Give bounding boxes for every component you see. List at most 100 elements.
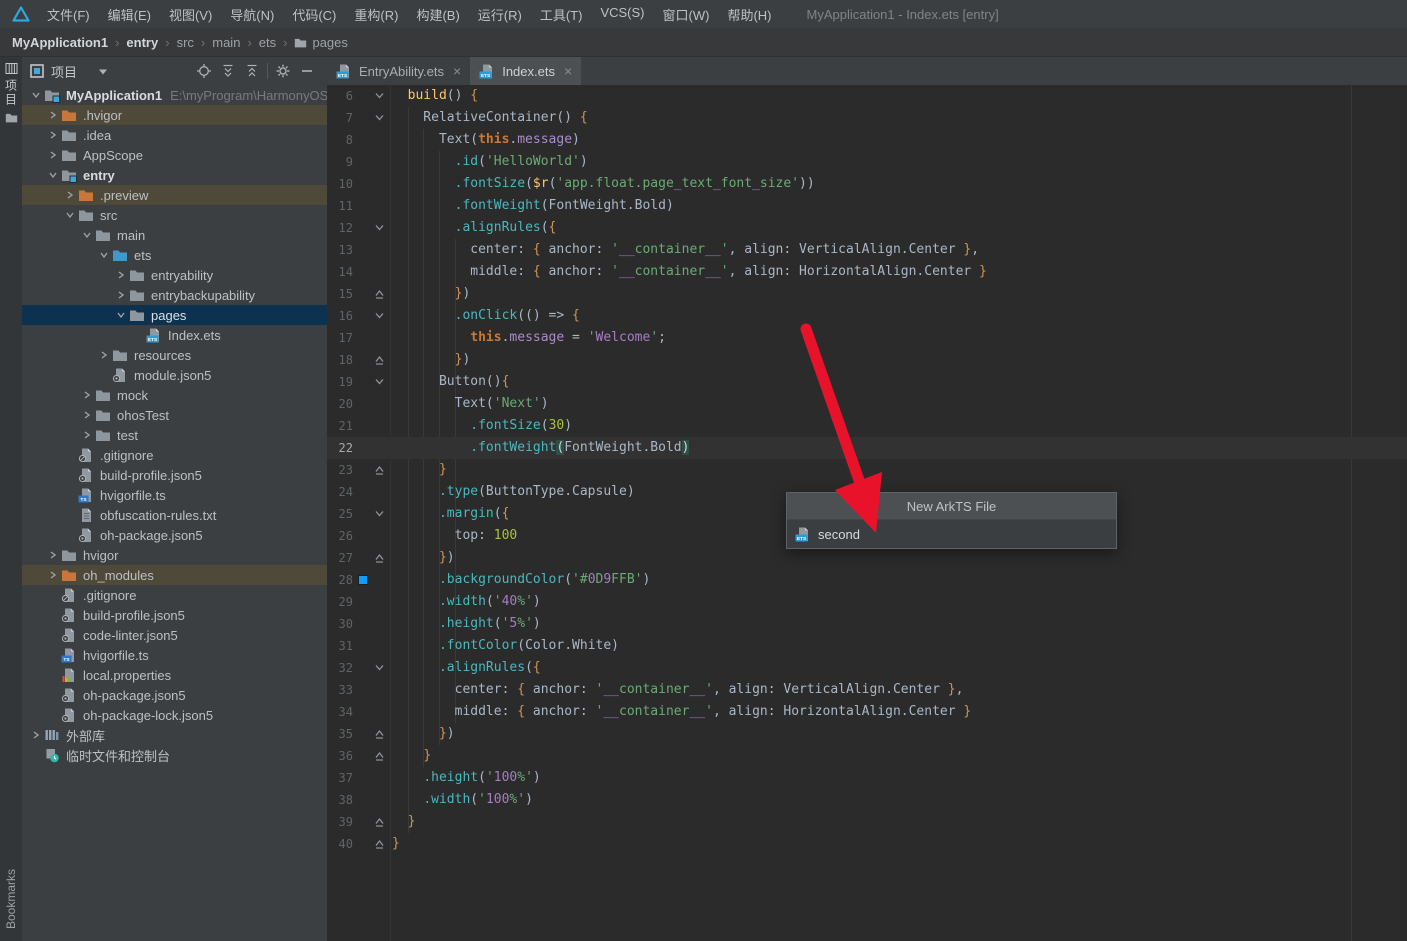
code-line[interactable]: 13 center: { anchor: '__container__', al… bbox=[327, 239, 1407, 261]
chevron-icon[interactable] bbox=[62, 187, 78, 203]
tree-row[interactable]: oh-package.json5 bbox=[22, 525, 327, 545]
tree-row[interactable]: main bbox=[22, 225, 327, 245]
breadcrumb-item[interactable]: ets bbox=[259, 35, 276, 50]
code-line[interactable]: 29 .width('40%') bbox=[327, 591, 1407, 613]
tree-row[interactable]: .idea bbox=[22, 125, 327, 145]
tree-row[interactable]: oh_modules bbox=[22, 565, 327, 585]
chevron-icon[interactable] bbox=[113, 287, 129, 303]
tree-row[interactable]: oh-package-lock.json5 bbox=[22, 705, 327, 725]
fold-end-icon[interactable] bbox=[374, 552, 385, 564]
tree-row[interactable]: src bbox=[22, 205, 327, 225]
tree-row[interactable]: .preview bbox=[22, 185, 327, 205]
chevron-icon[interactable] bbox=[45, 127, 61, 143]
expand-all-icon[interactable] bbox=[216, 61, 240, 81]
code-line[interactable]: 10 .fontSize($r('app.float.page_text_fon… bbox=[327, 173, 1407, 195]
code-line[interactable]: 22 .fontWeight(FontWeight.Bold) bbox=[327, 437, 1407, 459]
menu-item[interactable]: 代码(C) bbox=[283, 5, 345, 24]
menu-item[interactable]: 运行(R) bbox=[469, 5, 531, 24]
color-preview[interactable] bbox=[358, 575, 368, 585]
code-line[interactable]: 33 center: { anchor: '__container__', al… bbox=[327, 679, 1407, 701]
hide-icon[interactable] bbox=[295, 61, 319, 81]
chevron-icon[interactable] bbox=[28, 727, 44, 743]
fold-end-icon[interactable] bbox=[374, 728, 385, 740]
tree-row[interactable]: ETS Index.ets bbox=[22, 325, 327, 345]
menu-item[interactable]: 构建(B) bbox=[407, 5, 468, 24]
code-line[interactable]: 19 Button(){ bbox=[327, 371, 1407, 393]
fold-end-icon[interactable] bbox=[374, 288, 385, 300]
tab-index-ets[interactable]: ETS Index.ets × bbox=[470, 57, 582, 85]
tree-row[interactable]: entry bbox=[22, 165, 327, 185]
tree-row[interactable]: mock bbox=[22, 385, 327, 405]
menu-item[interactable]: VCS(S) bbox=[591, 5, 653, 24]
chevron-icon[interactable] bbox=[79, 387, 95, 403]
chevron-icon[interactable] bbox=[96, 247, 112, 263]
breadcrumb-item[interactable]: main bbox=[212, 35, 240, 50]
code-line[interactable]: 7 RelativeContainer() { bbox=[327, 107, 1407, 129]
code-line[interactable]: 18 }) bbox=[327, 349, 1407, 371]
tree-row[interactable]: build-profile.json5 bbox=[22, 465, 327, 485]
code-line[interactable]: 38 .width('100%') bbox=[327, 789, 1407, 811]
tree-row[interactable]: test bbox=[22, 425, 327, 445]
code-line[interactable]: 9 .id('HelloWorld') bbox=[327, 151, 1407, 173]
tree-row[interactable]: module.json5 bbox=[22, 365, 327, 385]
collapse-all-icon[interactable] bbox=[240, 61, 264, 81]
tree-row[interactable]: build-profile.json5 bbox=[22, 605, 327, 625]
code-line[interactable]: 35 }) bbox=[327, 723, 1407, 745]
chevron-icon[interactable] bbox=[113, 267, 129, 283]
breadcrumb-item[interactable]: entry bbox=[126, 35, 158, 50]
tree-row[interactable]: entryability bbox=[22, 265, 327, 285]
chevron-icon[interactable] bbox=[79, 427, 95, 443]
fold-collapse-icon[interactable] bbox=[374, 310, 385, 322]
tree-row[interactable]: AppScope bbox=[22, 145, 327, 165]
code-line[interactable]: 20 Text('Next') bbox=[327, 393, 1407, 415]
fold-collapse-icon[interactable] bbox=[374, 222, 385, 234]
breadcrumb-item[interactable]: MyApplication1 bbox=[12, 35, 108, 50]
fold-collapse-icon[interactable] bbox=[374, 376, 385, 388]
code-line[interactable]: 32 .alignRules({ bbox=[327, 657, 1407, 679]
code-line[interactable]: 28 .backgroundColor('#0D9FFB') bbox=[327, 569, 1407, 591]
code-line[interactable]: 31 .fontColor(Color.White) bbox=[327, 635, 1407, 657]
tree-row[interactable]: MyApplication1 E:\myProgram\HarmonyOS bbox=[22, 85, 327, 105]
breadcrumb-item[interactable]: src bbox=[177, 35, 194, 50]
chevron-icon[interactable] bbox=[45, 147, 61, 163]
fold-collapse-icon[interactable] bbox=[374, 112, 385, 124]
chevron-icon[interactable] bbox=[28, 87, 44, 103]
code-line[interactable]: 39 } bbox=[327, 811, 1407, 833]
fold-collapse-icon[interactable] bbox=[374, 662, 385, 674]
menu-item[interactable]: 窗口(W) bbox=[654, 5, 719, 24]
tree-row[interactable]: entrybackupability bbox=[22, 285, 327, 305]
chevron-icon[interactable] bbox=[45, 567, 61, 583]
code-line[interactable]: 36 } bbox=[327, 745, 1407, 767]
tree-row[interactable]: pages bbox=[22, 305, 327, 325]
tree-row[interactable]: ohosTest bbox=[22, 405, 327, 425]
code-line[interactable]: 17 this.message = 'Welcome'; bbox=[327, 327, 1407, 349]
fold-collapse-icon[interactable] bbox=[374, 90, 385, 102]
fold-end-icon[interactable] bbox=[374, 750, 385, 762]
fold-end-icon[interactable] bbox=[374, 816, 385, 828]
menu-item[interactable]: 工具(T) bbox=[531, 5, 592, 24]
tree-row[interactable]: 临时文件和控制台 bbox=[22, 745, 327, 765]
tree-row[interactable]: .hvigor bbox=[22, 105, 327, 125]
chevron-icon[interactable] bbox=[45, 547, 61, 563]
code-line[interactable]: 40} bbox=[327, 833, 1407, 855]
chevron-icon[interactable] bbox=[45, 167, 61, 183]
menu-item[interactable]: 导航(N) bbox=[221, 5, 283, 24]
breadcrumb-item[interactable]: pages bbox=[294, 35, 348, 50]
tree-row[interactable]: ets bbox=[22, 245, 327, 265]
close-icon[interactable]: × bbox=[453, 63, 461, 79]
code-line[interactable]: 15 }) bbox=[327, 283, 1407, 305]
code-line[interactable]: 8 Text(this.message) bbox=[327, 129, 1407, 151]
chevron-icon[interactable] bbox=[79, 227, 95, 243]
tree-row[interactable]: TS hvigorfile.ts bbox=[22, 485, 327, 505]
fold-end-icon[interactable] bbox=[374, 354, 385, 366]
tree-row[interactable]: oh-package.json5 bbox=[22, 685, 327, 705]
close-icon[interactable]: × bbox=[564, 63, 572, 79]
code-line[interactable]: 6 build() { bbox=[327, 85, 1407, 107]
tree-row[interactable]: resources bbox=[22, 345, 327, 365]
chevron-icon[interactable] bbox=[45, 107, 61, 123]
chevron-icon[interactable] bbox=[79, 407, 95, 423]
menu-item[interactable]: 帮助(H) bbox=[718, 5, 780, 24]
tree-row[interactable]: 外部库 bbox=[22, 725, 327, 745]
code-line[interactable]: 21 .fontSize(30) bbox=[327, 415, 1407, 437]
tree-row[interactable]: hvigor bbox=[22, 545, 327, 565]
